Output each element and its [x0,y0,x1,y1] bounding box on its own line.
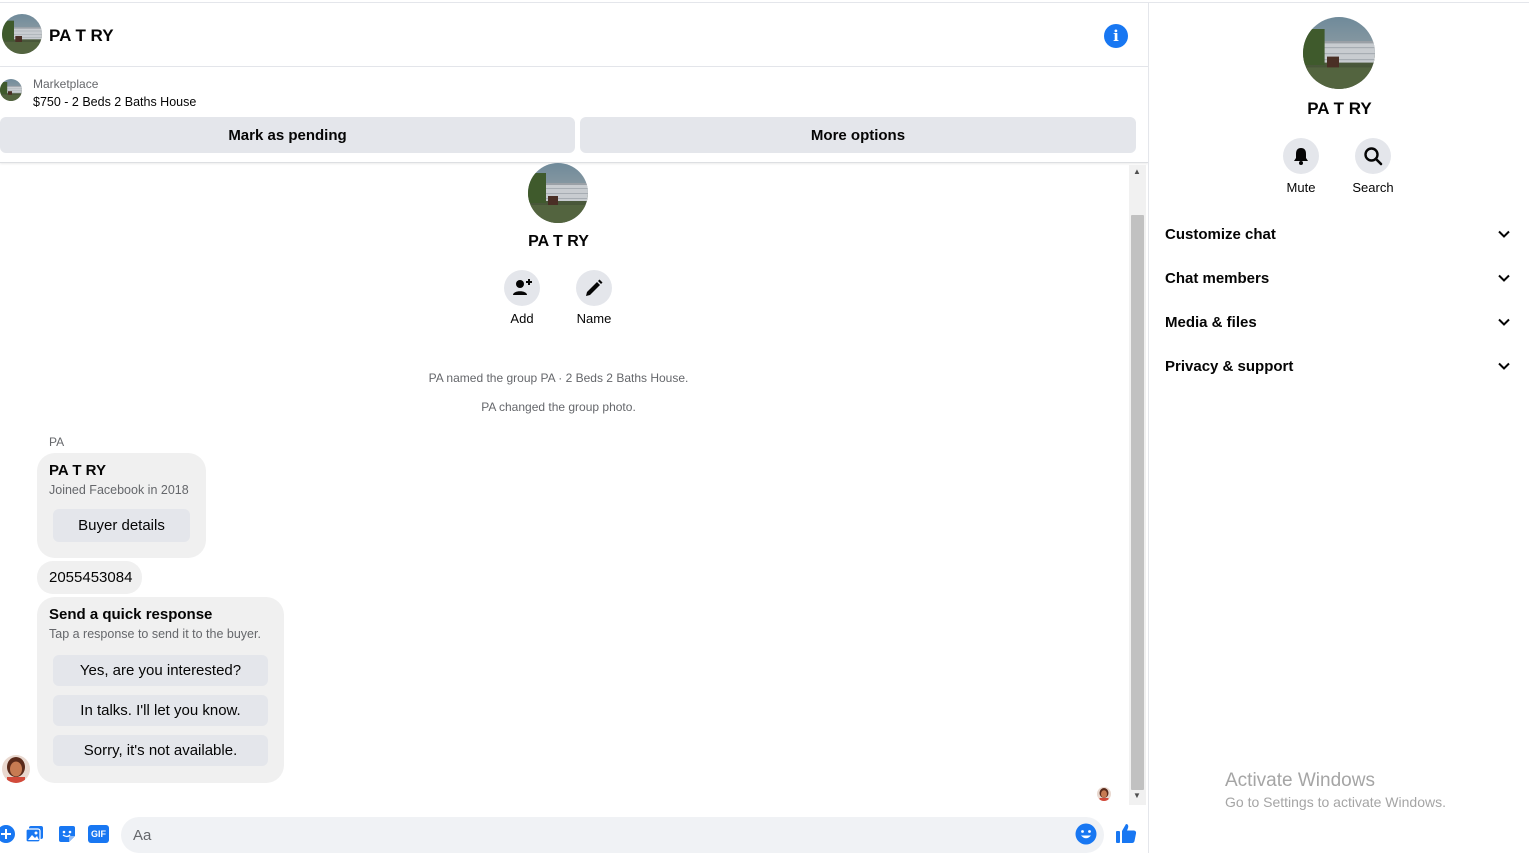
search-icon [1364,147,1383,166]
listing-title[interactable]: $750 - 2 Beds 2 Baths House [33,95,196,109]
quick-response-option[interactable]: Sorry, it's not available. [53,735,268,766]
media-files-section[interactable]: Media & files [1149,301,1529,345]
quick-response-subtitle: Tap a response to send it to the buyer. [49,627,261,641]
message-composer: GIF [0,813,1148,853]
pencil-icon [586,279,603,296]
marketplace-listing-bar: Marketplace $750 - 2 Beds 2 Baths House … [0,67,1148,163]
profile-card-bubble: PA T RY Joined Facebook in 2018 Buyer de… [37,453,206,558]
sender-avatar[interactable] [2,755,30,783]
add-button[interactable] [504,270,540,306]
search-button[interactable] [1355,138,1391,174]
watermark-title: Activate Windows [1225,770,1375,791]
chat-info-panel: PA T RY Mute Search Customize chat Chat … [1148,3,1529,853]
listing-category: Marketplace [33,77,99,91]
name-button[interactable] [576,270,612,306]
sender-name: PA [49,435,65,449]
message-input[interactable] [121,817,1104,853]
chevron-down-icon [1498,230,1510,238]
privacy-support-section[interactable]: Privacy & support [1149,345,1529,389]
section-label: Customize chat [1165,226,1276,243]
read-receipt-avatar [1097,787,1111,801]
system-message: PA named the group PA · 2 Beds 2 Baths H… [428,371,689,385]
add-person-icon [513,279,532,295]
name-label: Name [576,311,612,326]
section-label: Media & files [1165,314,1257,331]
contact-avatar [528,163,588,223]
scrollbar-thumb[interactable] [1131,215,1144,790]
messenger-window: PA T RY i Marketplace $750 - 2 Beds 2 Ba… [0,0,1529,853]
mute-button[interactable] [1283,138,1319,174]
watermark-subtitle: Go to Settings to activate Windows. [1225,794,1446,810]
chevron-down-icon [1498,274,1510,282]
scroll-down-arrow-icon[interactable]: ▼ [1133,791,1141,800]
conversation-header: PA T RY i [0,3,1148,67]
section-label: Chat members [1165,270,1270,287]
chevron-down-icon [1498,362,1510,370]
profile-card-name: PA T RY [49,462,106,479]
thread-scrollbar[interactable]: ▲ ▼ [1129,165,1146,805]
gif-icon[interactable]: GIF [88,825,109,843]
panel-contact-name: PA T RY [1307,99,1372,118]
message-bubble[interactable]: 2055453084 [37,561,142,594]
like-icon[interactable] [1115,822,1137,844]
panel-avatar [1303,17,1375,89]
quick-response-bubble: Send a quick response Tap a response to … [37,597,284,783]
contact-name: PA T RY [528,233,589,250]
emoji-icon[interactable] [1075,823,1097,845]
system-message: PA changed the group photo. [481,400,636,414]
listing-thumbnail[interactable] [0,78,22,102]
search-label: Search [1352,180,1394,195]
quick-response-option[interactable]: In talks. I'll let you know. [53,695,268,726]
message-thread: PA T RY Add Name PA named the group PA ·… [0,163,1129,807]
scroll-up-arrow-icon[interactable]: ▲ [1133,167,1141,176]
photo-icon[interactable] [25,824,45,844]
plus-icon[interactable] [0,824,16,844]
sticker-icon[interactable] [57,824,77,844]
bell-icon [1294,148,1308,165]
mark-as-pending-button[interactable]: Mark as pending [0,117,575,153]
info-icon[interactable]: i [1104,24,1128,48]
quick-response-title: Send a quick response [49,606,213,623]
message-text: 2055453084 [49,569,133,586]
chevron-down-icon [1498,318,1510,326]
buyer-details-button[interactable]: Buyer details [53,509,190,542]
more-options-button[interactable]: More options [580,117,1136,153]
conversation-title[interactable]: PA T RY [49,26,114,46]
section-label: Privacy & support [1165,358,1294,375]
quick-response-option[interactable]: Yes, are you interested? [53,655,268,686]
mute-label: Mute [1286,180,1316,195]
chat-members-section[interactable]: Chat members [1149,257,1529,301]
conversation-pane: PA T RY i Marketplace $750 - 2 Beds 2 Ba… [0,0,1148,853]
conversation-avatar[interactable] [2,14,42,54]
customize-chat-section[interactable]: Customize chat [1149,213,1529,257]
profile-card-joined: Joined Facebook in 2018 [49,483,189,497]
windows-activation-watermark: Activate Windows Go to Settings to activ… [1225,770,1446,810]
add-label: Add [510,311,534,326]
